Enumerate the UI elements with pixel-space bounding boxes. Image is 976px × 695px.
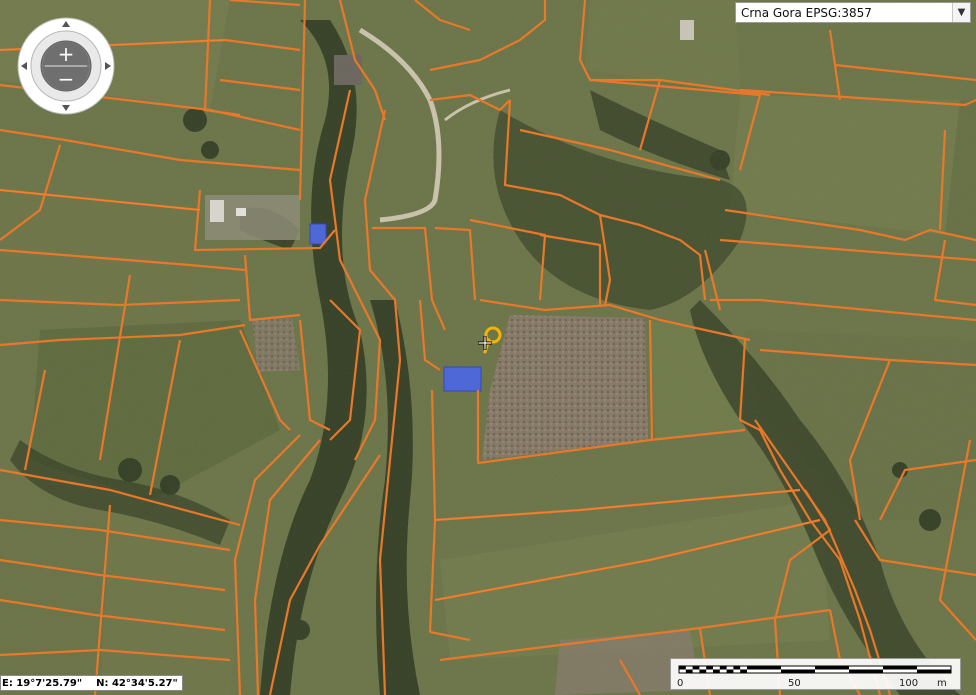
coordinates-readout: E: 19°7'25.79" N: 42°34'5.27" (0, 675, 183, 691)
zoom-out-icon: − (58, 67, 75, 91)
easting-value: E: 19°7'25.79" (2, 677, 83, 689)
scale-bar-ruler (678, 665, 952, 674)
northing-value: N: 42°34'5.27" (96, 677, 178, 689)
crs-select[interactable]: Crna Gora EPSG:3857 ▼ (735, 2, 971, 23)
chevron-down-icon[interactable]: ▼ (952, 3, 970, 22)
zoom-in-icon: + (58, 42, 75, 66)
scale-label-unit: m (937, 678, 947, 689)
scale-bar: 0 50 100 m (670, 658, 961, 690)
crs-selected-value: Crna Gora EPSG:3857 (741, 5, 872, 20)
scale-label-100: 100 (899, 678, 919, 689)
scale-label-0: 0 (677, 678, 684, 689)
map-navigation-control[interactable]: + − (17, 17, 115, 115)
crosshair-cursor-icon (478, 336, 492, 350)
scale-label-50: 50 (788, 678, 801, 689)
